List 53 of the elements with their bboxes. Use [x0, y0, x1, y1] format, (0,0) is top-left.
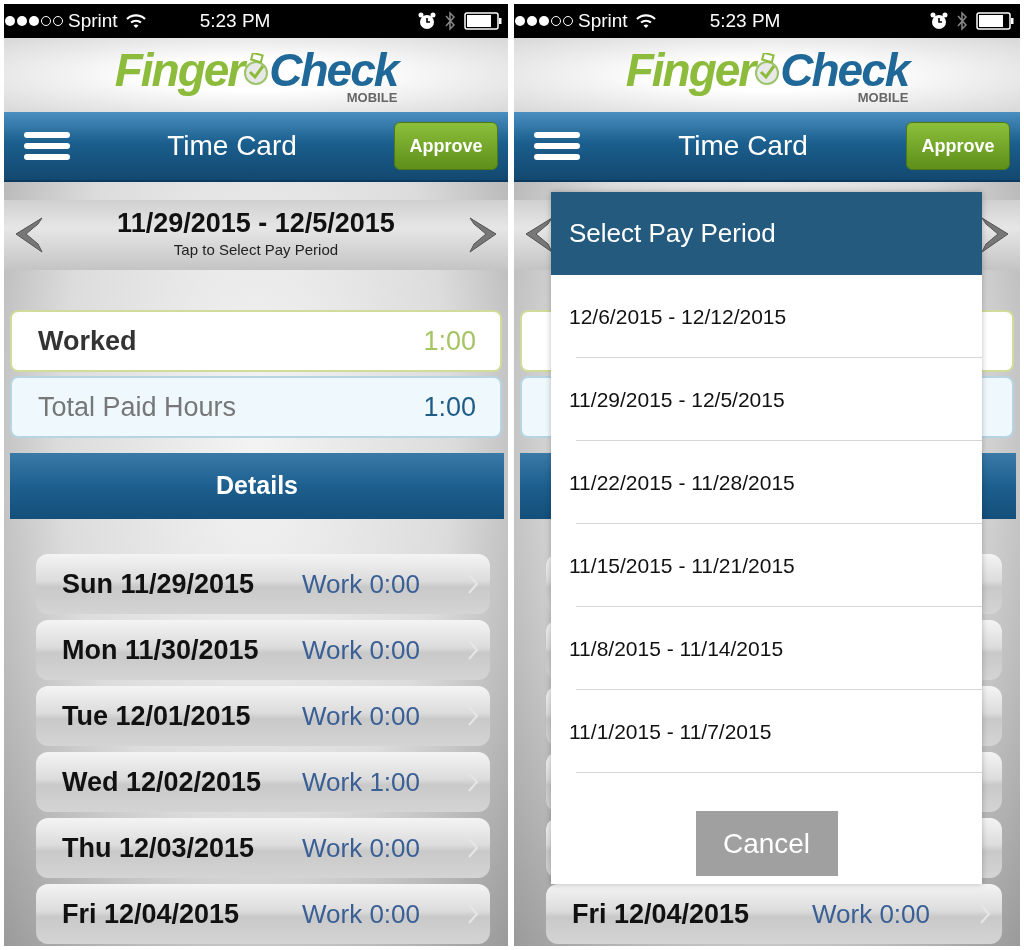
- menu-icon[interactable]: [24, 131, 70, 161]
- carrier-name: Sprint: [578, 8, 628, 33]
- day-date: Wed 12/02/2015: [62, 765, 263, 799]
- details-bar: Details: [10, 453, 504, 519]
- day-date: Mon 11/30/2015: [62, 633, 260, 667]
- day-row[interactable]: Tue 12/01/2015 Work 0:00: [36, 686, 490, 746]
- bluetooth-icon: [444, 11, 456, 31]
- signal-icon: [4, 15, 64, 27]
- dialog-title: Select Pay Period: [551, 192, 982, 275]
- clock-time: 5:23 PM: [199, 8, 271, 33]
- work-hours: Work 0:00: [302, 831, 420, 865]
- summary-value: 1:00: [423, 390, 476, 424]
- day-row[interactable]: Wed 12/02/2015 Work 1:00: [36, 752, 490, 812]
- clock-time: 5:23 PM: [709, 8, 781, 33]
- period-option[interactable]: 11/29/2015 - 12/5/2015: [551, 358, 982, 441]
- battery-icon: [976, 12, 1014, 30]
- summary-value: 1:00: [423, 324, 476, 358]
- day-date: Thu 12/03/2015: [62, 831, 256, 865]
- day-row[interactable]: Mon 11/30/2015 Work 0:00: [36, 620, 490, 680]
- battery-icon: [464, 12, 502, 30]
- work-hours: Work 0:00: [302, 633, 420, 667]
- work-hours: Work 1:00: [302, 765, 420, 799]
- day-row[interactable]: Fri 12/04/2015 Work 0:00: [36, 884, 490, 944]
- work-hours: Work 0:00: [302, 699, 420, 733]
- screen-title: Time Card: [677, 129, 809, 163]
- period-option[interactable]: 12/6/2015 - 12/12/2015: [551, 275, 982, 358]
- summary-label: Total Paid Hours: [38, 390, 237, 424]
- bluetooth-icon: [956, 11, 968, 31]
- screen-title: Time Card: [166, 129, 298, 163]
- work-hours: Work 0:00: [302, 567, 420, 601]
- period-option[interactable]: 11/22/2015 - 11/28/2015: [551, 441, 982, 524]
- summary-label: Worked: [38, 324, 137, 358]
- alarm-icon: [930, 12, 948, 30]
- carrier-name: Sprint: [68, 8, 118, 33]
- menu-icon[interactable]: [534, 131, 580, 161]
- logo-subtitle: MOBILE: [857, 90, 909, 104]
- work-hours: Work 0:00: [812, 897, 930, 931]
- signal-icon: [514, 15, 574, 27]
- wifi-icon: [125, 13, 146, 29]
- day-date: Fri 12/04/2015: [62, 897, 241, 931]
- day-row[interactable]: Fri 12/04/2015 Work 0:00: [546, 884, 1002, 944]
- day-row[interactable]: Sun 11/29/2015 Work 0:00: [36, 554, 490, 614]
- alarm-icon: [418, 12, 436, 30]
- period-option[interactable]: 11/8/2015 - 11/14/2015: [551, 607, 982, 690]
- day-date: Sun 11/29/2015: [62, 567, 256, 601]
- work-hours: Work 0:00: [302, 897, 420, 931]
- period-option[interactable]: 11/1/2015 - 11/7/2015: [551, 690, 982, 773]
- period-option[interactable]: 11/15/2015 - 11/21/2015: [551, 524, 982, 607]
- day-date: Tue 12/01/2015: [62, 699, 252, 733]
- day-date: Fri 12/04/2015: [572, 897, 751, 931]
- wifi-icon: [635, 13, 656, 29]
- day-row[interactable]: Thu 12/03/2015 Work 0:00: [36, 818, 490, 878]
- logo-subtitle: MOBILE: [346, 90, 398, 104]
